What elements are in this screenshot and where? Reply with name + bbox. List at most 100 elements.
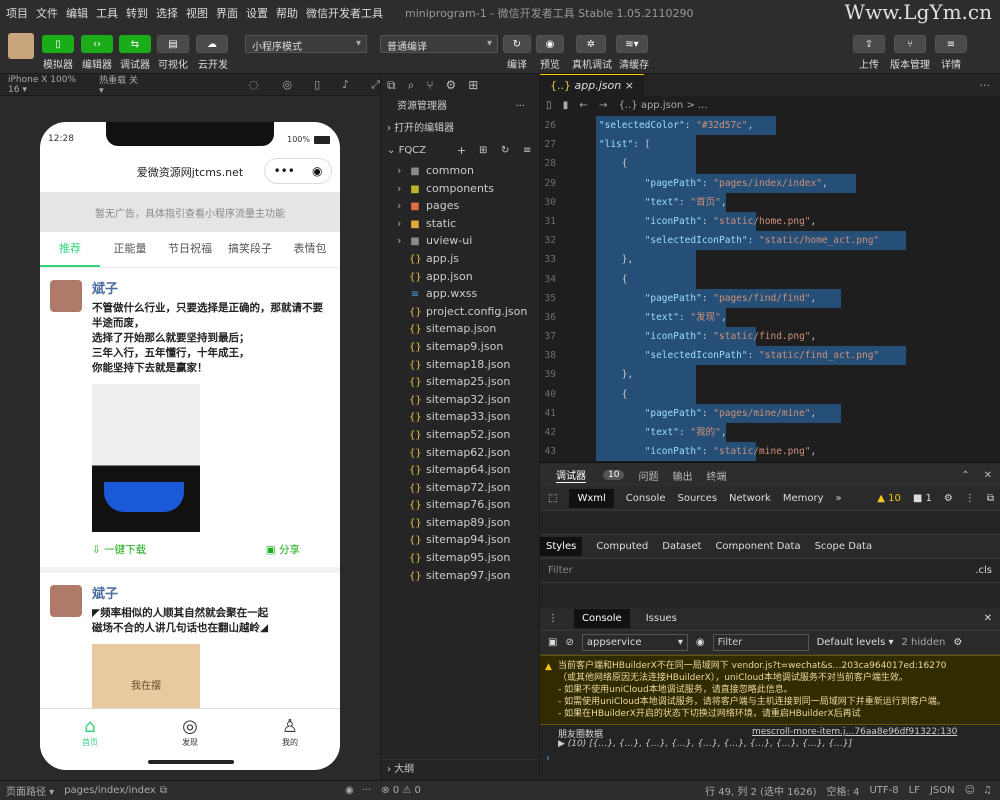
console-tab[interactable]: Issues [646,613,677,624]
stop-icon[interactable]: ◎ [282,78,292,91]
menu-item[interactable]: 视图 [186,5,208,21]
editor-button[interactable]: ‹› [81,35,113,53]
menu-item[interactable]: 转到 [126,5,148,21]
error-count[interactable]: ■ 1 [913,493,932,504]
file-item[interactable]: {} app.js [381,250,539,268]
code-line[interactable]: 32 "selectedIconPath": "static/home_act.… [540,231,1000,251]
device-select[interactable]: iPhone X 100% 16 ▾ [8,75,85,95]
file-item[interactable]: › ■ components [381,180,539,198]
fullscreen-icon[interactable]: ⤢ [371,78,380,92]
refresh-icon[interactable]: ↻ [501,140,509,162]
tabbar-item[interactable]: ◎ 发现 [140,709,240,756]
download-button[interactable]: ⇩ 一键下载 [92,542,146,557]
eye-icon[interactable]: ◉ [536,35,564,53]
file-item[interactable]: {} sitemap18.json [381,356,539,374]
file-item[interactable]: {} sitemap76.json [381,496,539,514]
file-item[interactable]: › ■ static [381,215,539,233]
menu-item[interactable]: 微信开发者工具 [306,5,383,21]
more-icon[interactable]: ⋮ [548,613,558,624]
forward-icon[interactable]: → [599,100,607,111]
code-lines[interactable]: 26 "selectedColor": "#32d57c", 27 "list":… [540,116,1000,462]
outline-section[interactable]: › 大纲 [381,759,539,779]
branch-icon[interactable]: ⑂ [894,35,926,53]
share-button[interactable]: ▣ 分享 [266,542,300,557]
file-item[interactable]: {} sitemap95.json [381,549,539,567]
menu-item[interactable]: 编辑 [66,5,88,21]
dock-icon[interactable]: ⧉ [987,493,994,504]
devtools-tab[interactable]: 问题 [638,468,658,483]
hotreload-select[interactable]: 热重载 关 ▾ [99,73,139,96]
eye-icon[interactable]: ◉ [696,637,705,648]
cls-toggle[interactable]: .cls [975,565,992,576]
code-line[interactable]: 28 { [540,154,1000,174]
collapse-icon[interactable]: ≡ [523,140,531,162]
category-tab[interactable]: 推荐 [40,232,100,267]
levels-select[interactable]: Default levels ▾ [817,637,894,648]
new-file-icon[interactable]: + [457,140,466,162]
code-line[interactable]: 27 "list": [ [540,135,1000,155]
wxml-tree[interactable] [540,511,1000,535]
bookmark-fill-icon[interactable]: ▮ [563,100,569,111]
code-line[interactable]: 37 "iconPath": "static/find.png", [540,327,1000,347]
file-item[interactable]: › ■ uview-ui [381,232,539,250]
category-tab[interactable]: 搞笑段子 [220,232,280,267]
source-control-icon[interactable]: ⑂ [426,78,433,92]
tab-app-json[interactable]: {..} app.json × [540,74,644,96]
console-filter-input[interactable]: Filter [712,634,809,651]
file-item[interactable]: {} sitemap64.json [381,461,539,479]
problems-count[interactable]: ⊗ 0 ⚠ 0 [381,785,421,796]
devtools-tab[interactable]: 终端 [706,468,726,483]
devtools-subtab[interactable]: Wxml [569,489,614,508]
code-line[interactable]: 41 "pagePath": "pages/mine/mine", [540,403,1000,423]
devtools-subtab[interactable]: Network [729,493,771,504]
code-line[interactable]: 42 "text": "我的", [540,423,1000,443]
debug-icon[interactable]: ⚙ [446,78,457,92]
compile-mode-select[interactable]: 普通编译 [380,35,498,53]
menu-item[interactable]: 文件 [36,5,58,21]
console-tab[interactable]: Console [574,609,630,628]
file-item[interactable]: ≋ app.wxss [381,285,539,303]
more-icon[interactable]: ⋮ [965,493,975,504]
extensions-icon[interactable]: ⊞ [468,78,478,92]
sound-icon[interactable]: ♪ [342,78,349,91]
category-tab[interactable]: 正能量 [100,232,160,267]
phone-icon[interactable]: ▯ [314,78,320,91]
chevron-up-icon[interactable]: ⌃ [961,470,969,481]
file-item[interactable]: {} sitemap9.json [381,338,539,356]
files-icon[interactable]: ⧉ [387,78,396,93]
code-line[interactable]: 33 }, [540,250,1000,270]
devtools-subtab[interactable]: Sources [677,493,717,504]
code-line[interactable]: 34 { [540,269,1000,289]
page-path[interactable]: pages/index/index [64,785,156,796]
new-folder-icon[interactable]: ⊞ [479,140,487,162]
refresh-icon[interactable]: ↻ [503,35,531,53]
tabbar-item[interactable]: ⌂ 首页 [40,709,140,756]
breadcrumb-path[interactable]: {..} app.json > ... [619,100,708,111]
file-item[interactable]: {} sitemap72.json [381,479,539,497]
file-item[interactable]: {} sitemap52.json [381,426,539,444]
back-icon[interactable]: ← [579,100,587,111]
simulator-button[interactable]: ▯ [42,35,74,53]
file-item[interactable]: {} sitemap32.json [381,391,539,409]
close-circle-icon[interactable]: ◉ [312,164,322,178]
avatar[interactable] [50,280,82,312]
devtools-subtab[interactable]: Console [626,493,666,504]
post-author[interactable]: 斌子 [92,278,330,297]
code-line[interactable]: 36 "text": "发现", [540,307,1000,328]
more-icon[interactable]: ••• [274,164,295,178]
settings-icon[interactable]: ⚙ [944,493,953,504]
file-item[interactable]: › ■ common [381,162,539,180]
menu-item[interactable]: 界面 [216,5,238,21]
more-actions-icon[interactable]: ··· [515,96,525,118]
upload-icon[interactable]: ⇪ [853,35,885,53]
warning-count[interactable]: ▲ 10 [877,493,901,504]
code-line[interactable]: 39 }, [540,365,1000,385]
post-image[interactable]: 我在摆 [92,644,200,708]
style-panel-tab[interactable]: Dataset [662,541,701,552]
code-line[interactable]: 35 "pagePath": "pages/find/find", [540,288,1000,308]
console-prompt[interactable]: › [540,753,1000,764]
bookmark-icon[interactable]: ▯ [546,100,552,111]
file-item[interactable]: {} sitemap.json [381,320,539,338]
menu-icon[interactable]: ≡ [935,35,967,53]
bug-icon[interactable]: ✲ [576,35,606,53]
